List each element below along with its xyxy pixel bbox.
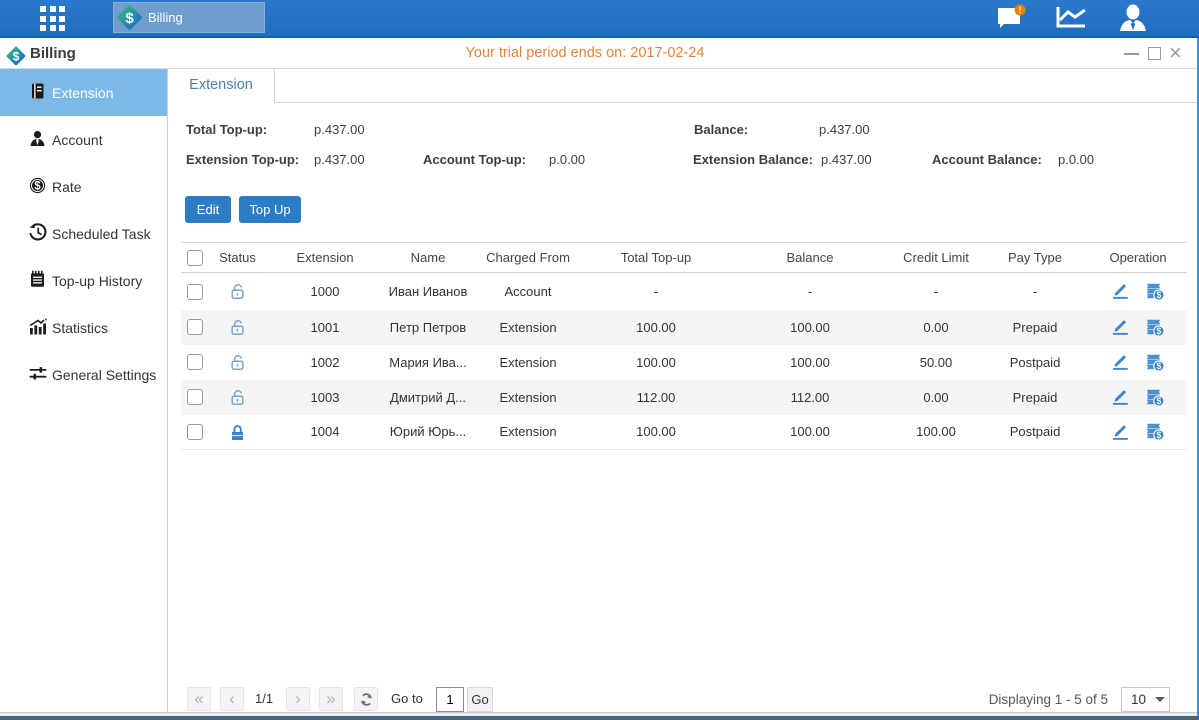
svg-text:$: $ <box>1156 326 1161 336</box>
svg-text:$: $ <box>1156 290 1161 300</box>
svg-text:$: $ <box>13 49 20 63</box>
svg-text:$: $ <box>1156 396 1161 406</box>
svg-text:$: $ <box>1156 430 1161 440</box>
svg-text:$: $ <box>1156 361 1161 371</box>
svg-text:$: $ <box>125 10 134 27</box>
svg-text:!: ! <box>1019 6 1022 15</box>
svg-text:$: $ <box>34 180 41 192</box>
